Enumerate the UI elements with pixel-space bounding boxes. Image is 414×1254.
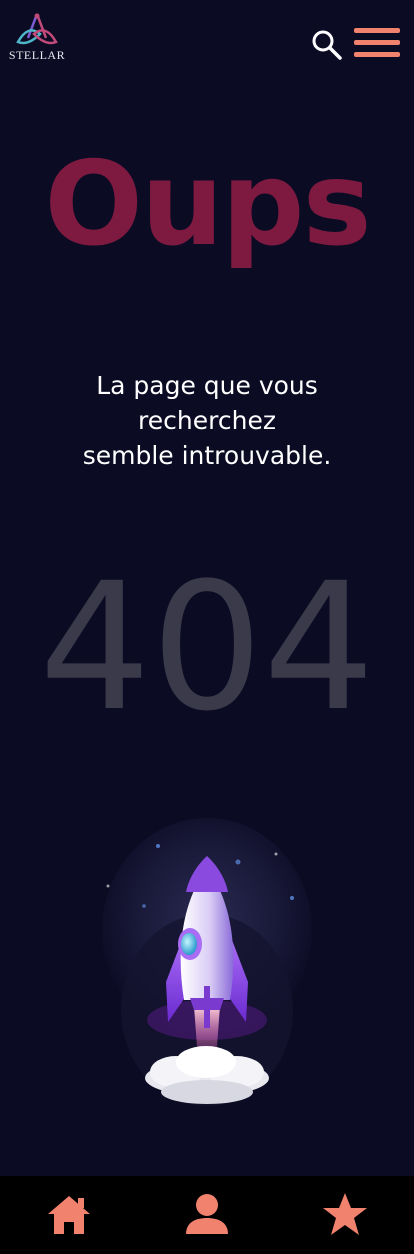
hamburger-menu-icon-line xyxy=(354,52,400,57)
oups-heading: Oups xyxy=(44,137,371,272)
error-message-line: La page que vous xyxy=(96,371,318,400)
search-button[interactable] xyxy=(310,28,344,62)
nav-favorites[interactable] xyxy=(320,1190,370,1240)
error-code: 404 xyxy=(39,545,375,750)
search-icon xyxy=(312,30,342,60)
stellar-logo-icon xyxy=(16,13,58,45)
error-message: La page que vous recherchez semble intro… xyxy=(30,368,384,473)
bottom-nav xyxy=(0,1176,414,1254)
hamburger-menu-icon-line xyxy=(354,40,400,45)
rocket-icon xyxy=(102,818,312,1106)
home-icon xyxy=(48,1196,90,1234)
header: STELLAR xyxy=(0,0,414,80)
logo-text: STELLAR xyxy=(8,48,66,62)
hamburger-menu-icon xyxy=(354,28,400,33)
menu-button[interactable] xyxy=(354,28,400,60)
error-message-line: recherchez xyxy=(138,406,276,435)
user-icon xyxy=(186,1194,228,1234)
nav-profile[interactable] xyxy=(182,1190,232,1240)
star-icon xyxy=(323,1193,367,1235)
error-message-line: semble introuvable. xyxy=(82,441,332,470)
nav-home[interactable] xyxy=(44,1190,94,1240)
rocket-illustration xyxy=(96,810,318,1110)
logo[interactable]: STELLAR xyxy=(8,12,66,64)
error-page: STELLAR Oups La page que vous recherchez… xyxy=(0,0,414,1254)
